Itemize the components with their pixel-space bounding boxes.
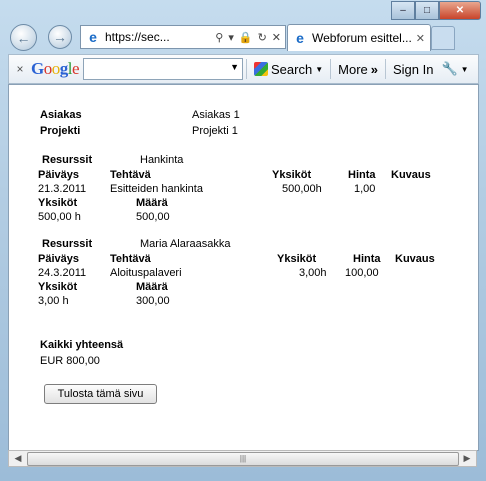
resources-header: Resurssit	[42, 238, 93, 250]
ie-page-icon: e	[89, 29, 97, 45]
entry-date: 21.3.2011	[38, 183, 87, 195]
entry-price: 1,00	[354, 183, 376, 195]
project-value: Projekti 1	[192, 125, 238, 137]
units-header: Yksiköt	[272, 169, 312, 181]
double-chevron-icon: »	[370, 61, 378, 77]
maximize-button[interactable]: □	[415, 1, 439, 20]
google-logo: Google	[31, 59, 80, 78]
forward-arrow-icon: →	[53, 29, 67, 45]
toolbar-divider	[385, 59, 386, 79]
task-header: Tehtävä	[110, 169, 151, 181]
search-icon[interactable]: ⚲	[215, 31, 223, 44]
horizontal-scrollbar[interactable]: ◀ ||| ▶	[8, 450, 477, 467]
google-search-input[interactable]: ▼	[83, 58, 244, 80]
entry-units-total: 500,00 h	[38, 211, 81, 223]
dropdown-icon[interactable]: ▾	[228, 31, 234, 44]
close-window-button[interactable]: ✕	[439, 1, 481, 20]
entry-price: 100,00	[345, 267, 379, 279]
chevron-down-icon: ▼	[315, 64, 324, 74]
units-total-header: Yksiköt	[38, 197, 78, 209]
search-button[interactable]: Search ▼	[250, 62, 327, 77]
total-value: EUR 800,00	[40, 355, 100, 367]
entry-date: 24.3.2011	[38, 267, 87, 279]
address-tools: ⚲ ▾ 🔒 ↻ ✕	[215, 31, 285, 44]
task-header: Tehtävä	[110, 253, 151, 265]
entry-units: 3,00h	[299, 267, 327, 279]
lock-icon[interactable]: 🔒	[239, 31, 253, 44]
print-page-button[interactable]: Tulosta tämä sivu	[44, 384, 157, 404]
back-arrow-icon: ←	[16, 29, 31, 46]
search-dropdown-icon[interactable]: ▼	[230, 62, 239, 72]
refresh-icon[interactable]: ↻	[258, 31, 267, 44]
entry-task: Esitteiden hankinta	[110, 183, 203, 195]
date-header: Päiväys	[38, 169, 79, 181]
scrollbar-thumb[interactable]: |||	[27, 452, 459, 466]
wrench-button[interactable]: 🔧 ▼	[437, 61, 472, 77]
entry-task: Aloituspalaveri	[110, 267, 182, 279]
resources-header: Resurssit	[42, 154, 93, 166]
wrench-icon: 🔧	[441, 61, 458, 76]
description-header: Kuvaus	[395, 253, 435, 265]
signin-button-label: Sign In	[393, 61, 434, 77]
google-toolbar: × Google ▼ Search ▼ More » Sign In 🔧 ▼	[8, 54, 479, 84]
units-header: Yksiköt	[277, 253, 317, 265]
page-content: Asiakas Asiakas 1 Projekti Projekti 1 Re…	[8, 84, 479, 451]
new-tab-button[interactable]	[431, 26, 455, 50]
ie-tab-icon: e	[296, 30, 304, 46]
address-url[interactable]: https://sec...	[105, 30, 170, 44]
browser-window: – □ ✕ ← → e https://sec... ⚲ ▾ 🔒 ↻ ✕ e W…	[0, 0, 486, 481]
project-label: Projekti	[40, 125, 81, 137]
price-header: Hinta	[348, 169, 376, 181]
navigation-bar: ← → e https://sec... ⚲ ▾ 🔒 ↻ ✕ e Webforu…	[4, 22, 482, 52]
toolbar-divider	[330, 59, 332, 79]
entry-amount: 300,00	[136, 295, 170, 307]
entry-units-total: 3,00 h	[38, 295, 69, 307]
stop-icon[interactable]: ✕	[272, 31, 281, 44]
total-label: Kaikki yhteensä	[40, 339, 124, 351]
price-header: Hinta	[353, 253, 381, 265]
google-g-icon	[254, 62, 269, 76]
window-controls: – □ ✕	[391, 1, 481, 20]
toolbar-divider	[246, 59, 248, 79]
customer-label: Asiakas	[40, 109, 82, 121]
toolbar-close-icon[interactable]: ×	[9, 62, 31, 76]
amount-header: Määrä	[136, 281, 168, 293]
signin-button[interactable]: Sign In	[389, 62, 437, 77]
search-button-label: Search	[271, 61, 313, 77]
tab-close-icon[interactable]: ✕	[416, 32, 430, 45]
scroll-left-arrow-icon[interactable]: ◀	[10, 451, 26, 466]
amount-header: Määrä	[136, 197, 168, 209]
resource-name: Hankinta	[140, 154, 184, 166]
units-total-header: Yksiköt	[38, 281, 78, 293]
entry-units: 500,00h	[282, 183, 322, 195]
tab-webforum[interactable]: e Webforum esittel... ✕	[287, 24, 431, 51]
date-header: Päiväys	[38, 253, 79, 265]
tab-title: Webforum esittel...	[312, 31, 412, 45]
description-header: Kuvaus	[391, 169, 431, 181]
entry-amount: 500,00	[136, 211, 170, 223]
more-button-label: More	[338, 61, 368, 77]
forward-button[interactable]: →	[48, 25, 72, 49]
scroll-right-arrow-icon[interactable]: ▶	[459, 451, 475, 466]
minimize-button[interactable]: –	[391, 1, 415, 20]
back-button[interactable]: ←	[10, 24, 37, 51]
address-bar[interactable]: e https://sec... ⚲ ▾ 🔒 ↻ ✕	[80, 25, 286, 49]
more-button[interactable]: More »	[334, 62, 382, 77]
resource-name: Maria Alaraasakka	[140, 238, 231, 250]
customer-value: Asiakas 1	[192, 109, 240, 121]
chevron-down-icon: ▼	[460, 64, 469, 74]
